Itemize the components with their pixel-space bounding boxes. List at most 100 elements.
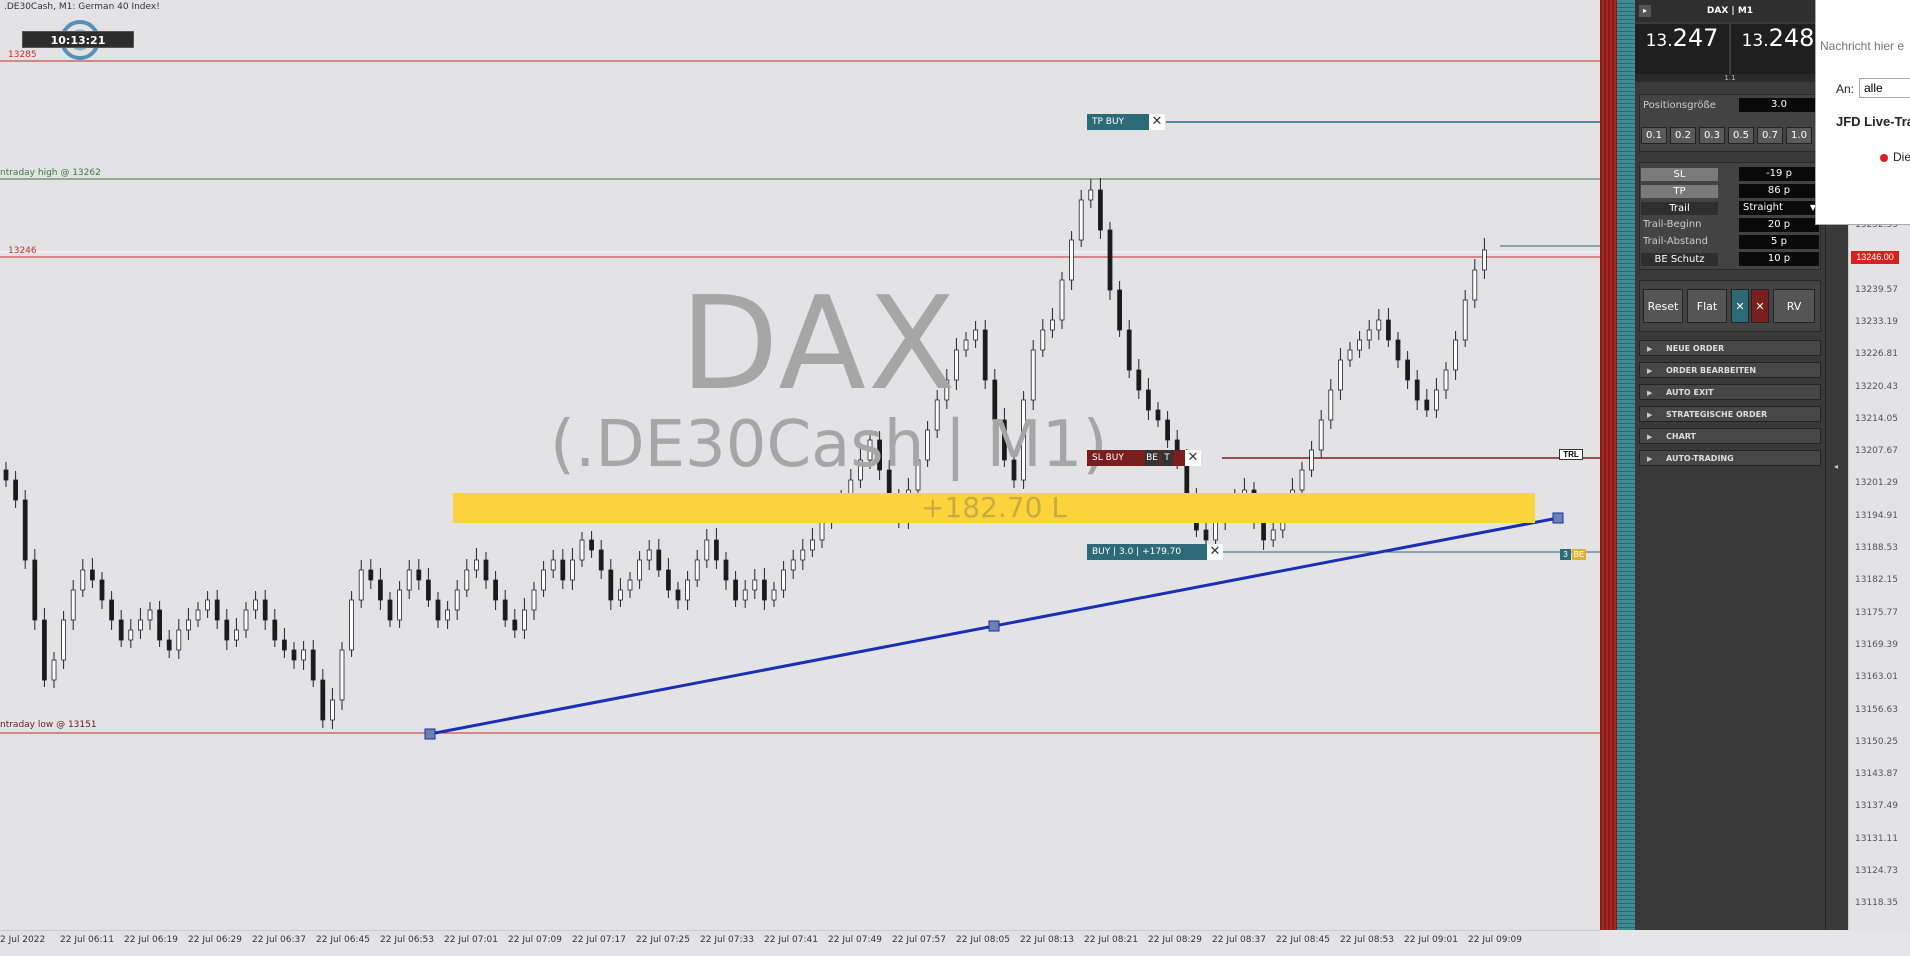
candle-body [790,559,796,571]
expand-icon: ▶ [1647,433,1653,441]
time-tick: 22 Jul 06:45 [316,935,370,945]
candle-body [541,569,546,591]
menu-label: CHART [1666,432,1697,441]
candle-body [1030,349,1036,401]
candle-body [1165,419,1170,441]
reverse-button[interactable]: RV [1773,289,1815,323]
trading-screen: .DE30Cash, M1: German 40 Index! 10:13:21… [0,0,1910,956]
close-position-icon[interactable]: ✕ [1207,544,1223,560]
be-protect-field[interactable]: 10 p [1739,252,1819,266]
sl-buy-tag[interactable]: SL BUY BE T ✕ [1087,450,1201,466]
size-button-0.7[interactable]: 0.7 [1757,127,1783,144]
tp-toggle-button[interactable]: TP [1641,185,1718,198]
trend-handle-mid[interactable] [988,620,1000,632]
ask-price-button[interactable]: 13.248 [1731,24,1825,74]
position-qty-marker[interactable]: 3 [1560,549,1571,560]
collapse-arrow-icon[interactable]: ◂ [1834,462,1838,471]
menu-neue-order[interactable]: ▶ NEUE ORDER [1639,340,1821,356]
status-dot-icon [1880,154,1888,162]
candle-body [1059,279,1065,321]
bid-price-prefix: 13. [1645,31,1673,51]
time-tick: 22 Jul 08:29 [1148,935,1202,945]
candle-body [781,569,786,591]
size-button-0.2[interactable]: 0.2 [1670,127,1696,144]
spread-indicator: 1.1 [1635,74,1825,82]
sell-volume-strip [1600,0,1617,930]
candle-body [531,589,537,611]
price-tick: 13163.01 [1855,672,1898,683]
ask-price-prefix: 13. [1741,31,1769,51]
candle-body [464,569,470,591]
candle-body [339,649,345,701]
tp-buy-tag[interactable]: TP BUY ✕ [1087,114,1165,130]
close-sell-icon[interactable]: ✕ [1751,289,1769,323]
candle-body [80,569,86,591]
candle-body [22,499,28,561]
candle-body [272,619,278,641]
tp-field[interactable]: 86 p [1739,184,1819,198]
price-tick: 13188.53 [1855,543,1898,553]
menu-auto-trading[interactable]: ▶ AUTO-TRADING [1639,450,1821,466]
menu-chart[interactable]: ▶ CHART [1639,428,1821,444]
candle-body [685,579,690,601]
price-tick: 13175.77 [1855,607,1898,618]
menu-order-bearbeiten[interactable]: ▶ ORDER BEARBEITEN [1639,362,1821,378]
trend-handle-end[interactable] [1552,512,1564,524]
sl-trail-button[interactable]: T [1161,450,1173,466]
sl-toggle-button[interactable]: SL [1641,168,1718,181]
chat-message-input[interactable] [1820,16,1910,76]
candle-body [99,579,105,601]
watermark-subtitle: (.DE30Cash | M1) [550,408,1108,482]
candle-body [1424,399,1430,411]
be-protect-button[interactable]: BE Schutz [1641,253,1718,266]
candle-body [147,609,153,621]
play-icon[interactable]: ▸ [1639,5,1651,17]
size-button-0.3[interactable]: 0.3 [1699,127,1725,144]
bid-price-button[interactable]: 13.247 [1635,24,1729,74]
candle-body [1261,519,1266,541]
candle-body [1299,469,1305,491]
time-tick: 22 Jul 09:01 [1404,935,1458,945]
candle-body [157,609,163,641]
candle-body [1414,379,1420,401]
trl-marker[interactable]: TRL [1559,449,1583,460]
size-button-0.5[interactable]: 0.5 [1728,127,1754,144]
trail-toggle-button[interactable]: Trail [1641,202,1718,215]
trail-mode-select[interactable]: Straight ▼ [1739,201,1819,215]
position-size-field[interactable]: 3.0 [1739,98,1819,112]
candle-body [185,619,191,631]
size-button-1.0[interactable]: 1.0 [1786,127,1812,144]
time-tick: 22 Jul 06:29 [188,935,242,945]
price-tick: 13131.11 [1855,833,1898,844]
chat-to-label: An: [1836,82,1855,96]
candle-body [320,679,326,721]
sl-be-button[interactable]: BE [1145,450,1159,466]
candle-body [51,659,57,681]
price-tick: 13169.39 [1855,639,1898,650]
flat-button[interactable]: Flat [1687,289,1727,323]
size-button-0.1[interactable]: 0.1 [1641,127,1667,144]
time-tick: 22 Jul 08:05 [956,935,1010,945]
sl-field[interactable]: -19 p [1739,167,1819,181]
candle-body [1098,189,1103,231]
candle-body [1203,529,1209,541]
be-marker[interactable]: BE [1572,549,1586,560]
reset-button[interactable]: Reset [1643,289,1683,323]
buy-position-tag[interactable]: BUY | 3.0 | +179.70 ✕ [1087,544,1223,560]
menu-strategische-order[interactable]: ▶ STRATEGISCHE ORDER [1639,406,1821,422]
level-13246-label: 13246 [8,246,37,256]
trail-distance-field[interactable]: 5 p [1739,235,1819,249]
trade-panel: DAX | M1 ▸ 13.247 13.248 1.1 Positionsgr… [1635,0,1825,930]
close-buy-icon[interactable]: ✕ [1731,289,1749,323]
close-tp-icon[interactable]: ✕ [1149,114,1165,130]
trail-begin-field[interactable]: 20 p [1739,218,1819,232]
price-tick: 13214.05 [1855,413,1898,424]
menu-auto-exit[interactable]: ▶ AUTO EXIT [1639,384,1821,400]
candle-body [1338,359,1343,391]
trend-handle-start[interactable] [424,728,436,740]
candle-body [1107,229,1113,291]
candle-body [646,549,652,561]
price-chart[interactable]: .DE30Cash, M1: German 40 Index! 10:13:21… [0,0,1600,930]
close-sl-icon[interactable]: ✕ [1185,450,1201,466]
chat-recipient-select[interactable]: alle [1859,78,1910,98]
